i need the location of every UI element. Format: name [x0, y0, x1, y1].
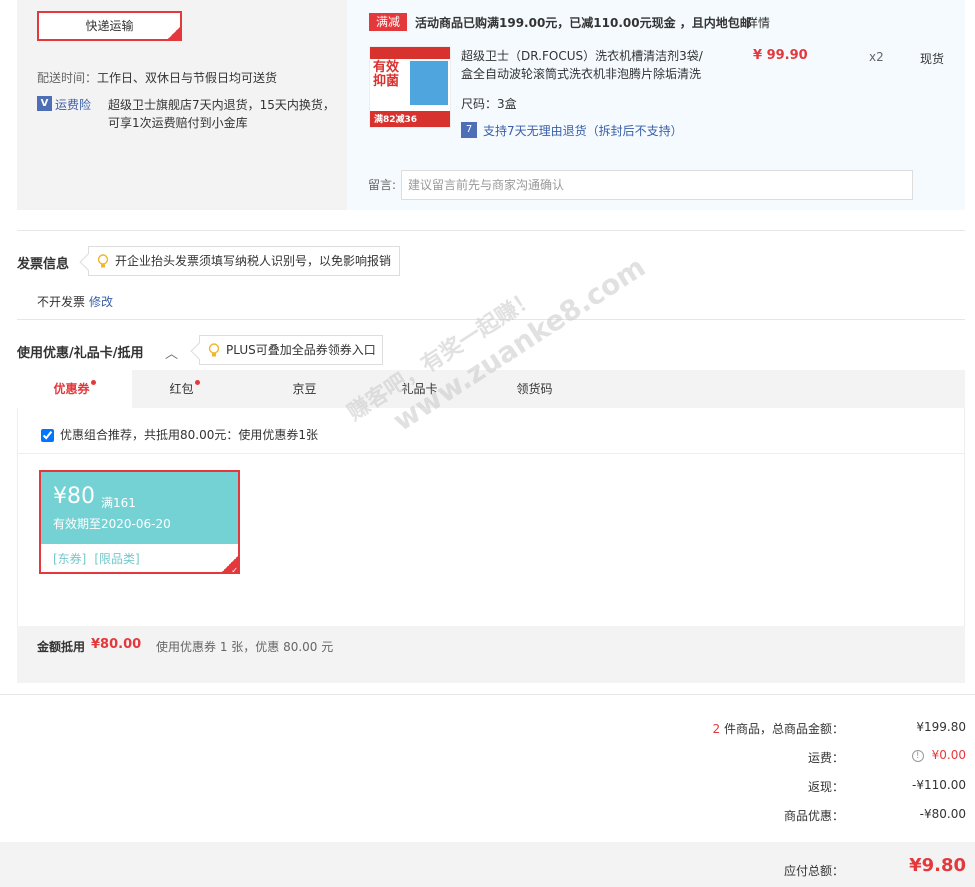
return-policy-icon: 7 — [461, 122, 477, 138]
section-divider — [17, 319, 965, 320]
coupon-card[interactable]: ¥80 满161 有效期至2020-06-20 [东券] [限品类] — [39, 470, 240, 574]
promo-detail-link[interactable]: 详情 — [746, 14, 770, 31]
delivery-time-value: 工作日、双休日与节假日均可送货 — [97, 71, 278, 85]
coupon-divider — [17, 453, 965, 454]
tab-coupon[interactable]: 优惠券 — [17, 370, 132, 408]
bulb-icon — [208, 343, 220, 357]
coupon-title: 使用优惠/礼品卡/抵用 — [17, 346, 144, 361]
tab-coupon-label: 优惠券 — [53, 382, 90, 396]
section-divider — [17, 230, 965, 231]
shield-icon: V — [37, 96, 52, 111]
coupon-amount: ¥80 — [53, 484, 95, 509]
discount-value: -¥80.00 — [919, 807, 966, 821]
combo-recommend-text: 优惠组合推荐，共抵用80.00元：使用优惠券1张 — [60, 428, 318, 442]
tab-red-packet-label: 红包 — [169, 382, 194, 396]
product-image[interactable]: 有效抑菌 满82减36 — [369, 46, 451, 128]
delivery-time-label: 配送时间： — [37, 71, 98, 85]
promo-tag: 满减 — [369, 13, 407, 31]
bulb-icon — [97, 254, 109, 268]
product-price: ¥ 99.90 — [753, 48, 808, 63]
return-policy-text: 支持7天无理由退货（拆封后不支持） — [483, 124, 683, 138]
deduct-label: 金额抵用 — [37, 640, 86, 654]
cashback-value: -¥110.00 — [912, 778, 966, 792]
express-shipping-option[interactable]: 快递运输 — [37, 11, 182, 42]
tab-redeem-code[interactable]: 领货码 — [477, 370, 592, 408]
tab-gift-card-label: 礼品卡 — [401, 382, 438, 396]
coupon-card-header: ¥80 满161 有效期至2020-06-20 — [41, 472, 238, 544]
combo-recommend[interactable]: 优惠组合推荐，共抵用80.00元：使用优惠券1张 — [41, 426, 318, 443]
tab-jingdou-label: 京豆 — [292, 382, 317, 396]
invoice-title: 发票信息 — [17, 257, 70, 272]
info-icon[interactable]: ! — [911, 749, 924, 762]
deduct-desc: 使用优惠券 1 张，优惠 80.00 元 — [156, 640, 334, 654]
tab-red-packet[interactable]: 红包 — [127, 370, 242, 408]
invoice-edit-link[interactable]: 修改 — [89, 293, 113, 310]
invoice-tip: 开企业抬头发票须填写纳税人识别号，以免影响报销 — [88, 246, 400, 276]
freight-insurance-desc: 超级卫士旗舰店7天内退货，15天内换货，可享1次运费赔付到小金库 — [108, 98, 335, 130]
invoice-tip-text: 开企业抬头发票须填写纳税人识别号，以免影响报销 — [115, 254, 392, 268]
freight-insurance-link[interactable]: 运费险 — [55, 96, 91, 113]
product-image-band — [370, 47, 450, 59]
product-size: 尺码：3盒 — [461, 97, 517, 111]
coupon-tag: [东券] — [53, 552, 87, 566]
tab-jingdou[interactable]: 京豆 — [247, 370, 362, 408]
new-dot — [90, 380, 96, 385]
delivery-time: 配送时间：工作日、双休日与节假日均可送货 — [37, 69, 277, 86]
item-count: 2 — [712, 722, 721, 736]
chevron-up-icon[interactable]: ︿ — [165, 343, 178, 362]
payable-label: 应付总额： — [783, 864, 844, 878]
remark-label: 留言: — [368, 178, 397, 192]
deduct-value: ¥80.00 — [91, 637, 142, 652]
cashback-label: 返现： — [807, 780, 844, 794]
coupon-valid-date: 有效期至2020-06-20 — [53, 517, 171, 531]
plus-coupon-tip-text: PLUS可叠加全品券领券入口 — [226, 343, 376, 357]
freight-label: 运费： — [807, 751, 844, 765]
plus-coupon-tip[interactable]: PLUS可叠加全品券领券入口 — [199, 335, 383, 365]
tab-redeem-code-label: 领货码 — [516, 382, 553, 396]
section-divider — [0, 694, 975, 695]
freight-value-wrap: ! ¥0.00 — [911, 748, 966, 762]
product-name-link[interactable]: 超级卫士（DR.FOCUS）洗衣机槽清洁剂3袋/盒全自动波轮滚筒式洗衣机非泡腾片… — [461, 47, 706, 83]
product-box-graphic — [410, 61, 448, 105]
invoice-value: 不开发票 — [37, 295, 86, 309]
freight-value: ¥0.00 — [931, 748, 966, 762]
new-dot — [194, 380, 200, 385]
product-quantity: x2 — [869, 50, 884, 64]
promo-text: 活动商品已购满199.00元，已减110.00元现金 ，且内地包邮 — [415, 16, 752, 30]
goods-total-label-text: 件商品，总商品金额： — [723, 722, 844, 736]
payable-value: ¥9.80 — [909, 855, 966, 876]
goods-total-value: ¥199.80 — [916, 720, 966, 734]
product-stock-status: 现货 — [920, 52, 945, 66]
product-image-promo: 满82减36 — [374, 115, 418, 125]
product-image-headline: 有效抑菌 — [373, 60, 400, 89]
selected-check-icon — [221, 555, 238, 572]
discount-label: 商品优惠： — [783, 809, 844, 823]
coupon-condition: 满161 — [101, 496, 136, 510]
tab-gift-card[interactable]: 礼品卡 — [362, 370, 477, 408]
express-shipping-label: 快递运输 — [85, 19, 134, 33]
selected-check-icon — [167, 16, 181, 42]
goods-total-label: 2 件商品，总商品金额： — [713, 720, 844, 737]
coupon-tags: [东券] [限品类] — [53, 550, 148, 567]
remark-input[interactable] — [401, 170, 913, 200]
coupon-tag: [限品类] — [94, 552, 140, 566]
combo-recommend-checkbox[interactable] — [41, 429, 54, 442]
